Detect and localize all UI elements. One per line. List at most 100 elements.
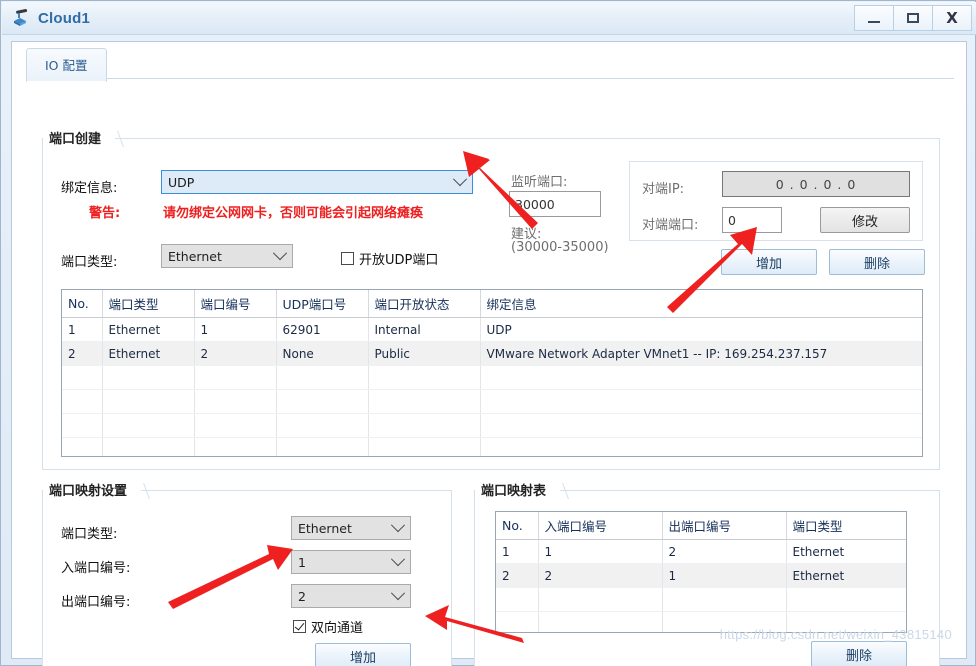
table-row[interactable]: 2 Ethernet 2 None Public VMware Network Adapt… [62, 341, 922, 366]
open-udp-port-checkbox[interactable]: 开放UDP端口 [341, 249, 438, 268]
peer-port-value: 0 [728, 212, 736, 228]
window-title: Cloud1 [38, 9, 91, 27]
table-row-empty[interactable] [62, 389, 922, 414]
in-port-label: 入端口编号: [61, 561, 131, 576]
column-header: 绑定信息 [480, 290, 922, 318]
table-cell-empty [62, 389, 103, 414]
minimize-button[interactable] [854, 5, 894, 31]
table-row-empty[interactable] [496, 587, 906, 612]
peer-ip-label: 对端IP: [642, 182, 685, 197]
table-cell-empty [102, 389, 195, 414]
bidirectional-checkbox[interactable]: 双向通道 [293, 617, 363, 636]
table-cell: 2 [496, 563, 539, 588]
chevron-down-icon [452, 172, 468, 187]
table-cell-empty [194, 389, 277, 414]
listen-port-input[interactable]: 30000 [509, 191, 601, 217]
table-cell-empty [538, 587, 663, 612]
screenshot-root: Cloud1 X IO 配置 端口创建 绑定信息: UDP 警告: 请勿绑定公网… [0, 0, 976, 666]
warning-text: 请勿绑定公网网卡，否则可能会引起网络瘫痪 [163, 206, 424, 221]
table-row[interactable]: 2 2 1 Ethernet [496, 563, 906, 588]
column-header: 端口编号 [194, 290, 277, 318]
table-cell: 1 [496, 539, 539, 564]
column-header: 端口类型 [102, 290, 195, 318]
peer-port-input[interactable]: 0 [722, 207, 782, 233]
table-cell: Ethernet [102, 317, 195, 342]
map-delete-button[interactable]: 删除 [811, 641, 907, 666]
table-cell: Ethernet [786, 539, 906, 564]
checkbox-box [341, 252, 354, 265]
table-row[interactable]: 1 1 2 Ethernet [496, 539, 906, 564]
in-port-dropdown[interactable]: 1 [291, 550, 411, 574]
table-cell: 2 [62, 341, 103, 366]
table-cell: 1 [194, 317, 277, 342]
maximize-button[interactable] [893, 5, 933, 31]
table-cell-empty [368, 437, 481, 456]
table-cell: None [276, 341, 369, 366]
modify-button[interactable]: 修改 [820, 207, 910, 233]
maximize-icon [907, 13, 919, 23]
chevron-down-icon [390, 586, 406, 601]
table-cell-empty [368, 389, 481, 414]
delete-port-button[interactable]: 删除 [829, 249, 925, 275]
port-map-settings-group: 端口映射设置 端口类型: Ethernet 入端口编号: 1 出端口编号: 2 [42, 480, 452, 666]
table-cell-empty [786, 587, 906, 612]
tab-io-config[interactable]: IO 配置 [26, 48, 107, 82]
bind-info-dropdown[interactable]: UDP [161, 170, 473, 194]
port-map-table-grid: No. 入端口编号 出端口编号 端口类型 1 1 2 Ethernet 2 2 1 Ethernet [496, 512, 906, 632]
table-row-empty[interactable] [62, 437, 922, 456]
window-controls: X [854, 5, 972, 31]
table-row[interactable]: 1 Ethernet 1 62901 Internal UDP [62, 317, 922, 342]
table-cell: UDP [480, 317, 922, 342]
peer-ip-input[interactable]: 0 . 0 . 0 . 0 [722, 171, 910, 197]
table-cell: 2 [538, 563, 663, 588]
port-table[interactable]: No. 端口类型 端口编号 UDP端口号 端口开放状态 绑定信息 1 Ethernet 1 62… [61, 289, 923, 457]
table-cell-empty [194, 437, 277, 456]
table-cell-empty [62, 365, 103, 390]
chevron-down-icon [390, 518, 406, 533]
table-cell-empty [480, 365, 922, 390]
chevron-down-icon [272, 246, 288, 261]
table-cell: Internal [368, 317, 481, 342]
chevron-down-icon [390, 552, 406, 567]
in-port-value: 1 [298, 554, 306, 570]
window-content: IO 配置 端口创建 绑定信息: UDP 警告: 请勿绑定公网网卡，否则可能会引… [11, 41, 967, 666]
table-cell-empty [480, 389, 922, 414]
map-port-type-value: Ethernet [298, 520, 352, 536]
out-port-dropdown[interactable]: 2 [291, 584, 411, 608]
table-cell-empty [496, 611, 539, 632]
table-row-empty[interactable] [62, 413, 922, 438]
checkbox-box [293, 620, 306, 633]
listen-port-value: 30000 [515, 196, 555, 212]
port-type-label: 端口类型: [61, 255, 118, 270]
table-cell-empty [662, 587, 787, 612]
add-port-button[interactable]: 增加 [721, 249, 817, 275]
table-cell: 1 [538, 539, 663, 564]
tabstrip: IO 配置 [26, 48, 954, 82]
table-cell-empty [102, 413, 195, 438]
table-cell: Public [368, 341, 481, 366]
table-cell-empty [276, 437, 369, 456]
peer-address-panel: 对端IP: 0 . 0 . 0 . 0 对端端口: 0 修改 [629, 161, 923, 241]
table-cell-empty [62, 437, 103, 456]
minimize-icon [868, 21, 880, 23]
table-cell-empty [102, 437, 195, 456]
bind-info-value: UDP [168, 174, 195, 190]
bidirectional-label: 双向通道 [311, 621, 364, 636]
table-cell-empty [368, 365, 481, 390]
port-type-value: Ethernet [168, 248, 222, 264]
bind-info-label: 绑定信息: [61, 181, 118, 196]
out-port-label: 出端口编号: [61, 595, 131, 610]
close-button[interactable]: X [932, 5, 972, 31]
port-create-group: 端口创建 绑定信息: UDP 警告: 请勿绑定公网网卡，否则可能会引起网络瘫痪 … [42, 128, 940, 470]
table-cell-empty [62, 413, 103, 438]
peer-port-label: 对端端口: [642, 218, 699, 233]
port-map-table[interactable]: No. 入端口编号 出端口编号 端口类型 1 1 2 Ethernet 2 2 1 Ethernet [495, 511, 907, 633]
port-type-dropdown[interactable]: Ethernet [161, 244, 293, 268]
port-table-header-row: No. 端口类型 端口编号 UDP端口号 端口开放状态 绑定信息 [62, 290, 922, 318]
map-add-button[interactable]: 增加 [315, 643, 411, 666]
column-header: No. [62, 290, 103, 318]
column-header: 入端口编号 [538, 512, 663, 540]
map-port-type-dropdown[interactable]: Ethernet [291, 516, 411, 540]
table-row-empty[interactable] [62, 365, 922, 390]
column-header: 端口类型 [786, 512, 906, 540]
